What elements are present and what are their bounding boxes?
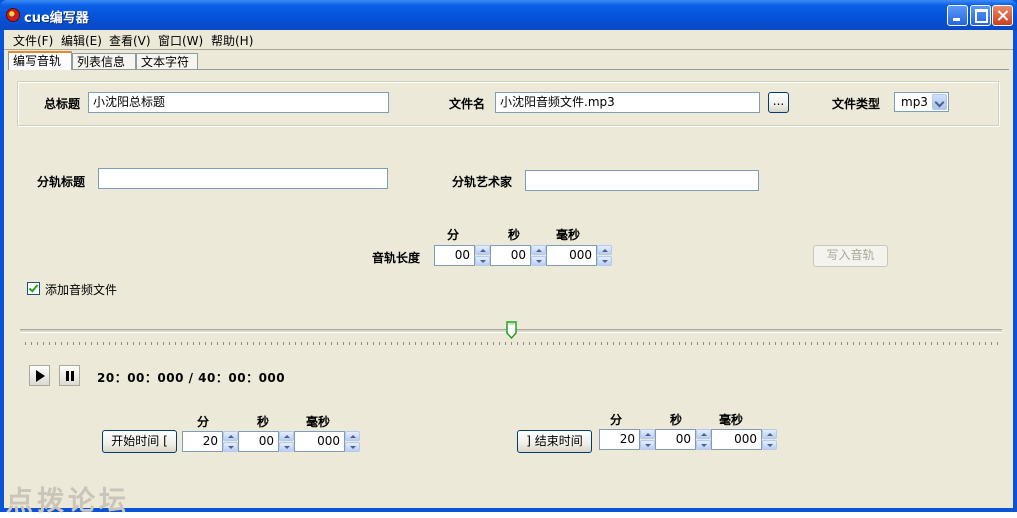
tab-list-info[interactable]: 列表信息 [72,53,136,69]
start-sec-input[interactable]: 00 [238,431,279,452]
position-slider-thumb[interactable] [505,321,517,339]
start-min-input[interactable]: 20 [182,431,223,452]
timecode-display: 20：00：000 / 40：00：000 [97,371,286,385]
menu-divider [4,49,1013,50]
end-ms-input[interactable]: 000 [711,429,762,450]
spin-up-icon[interactable] [762,429,777,439]
menu-file[interactable]: 文件(F) [13,32,53,49]
maximize-button[interactable] [970,5,991,26]
end-time-button[interactable]: ] 结束时间 [517,430,592,453]
app-window: cue编写器 文件(F) 编辑(E) 查看(V) 窗口(W) 帮助(H) 编写音… [0,0,1017,517]
slider-ticks [25,342,1001,345]
length-sec-unit: 秒 [508,228,521,242]
length-min-unit: 分 [447,228,460,242]
spin-up-icon[interactable] [279,431,294,441]
tab-text-chars[interactable]: 文本字符 [136,53,198,69]
track-title-input[interactable] [98,168,388,189]
menu-edit[interactable]: 编辑(E) [61,32,102,49]
menu-window[interactable]: 窗口(W) [158,32,203,49]
spin-up-icon[interactable] [696,429,711,439]
spin-down-icon[interactable] [640,440,655,450]
spin-down-icon[interactable] [223,442,238,452]
add-audio-label: 添加音频文件 [45,283,118,297]
end-ms-unit: 毫秒 [719,413,744,427]
file-type-label: 文件类型 [832,97,881,111]
spin-up-icon[interactable] [345,431,360,441]
album-title-input[interactable]: 小沈阳总标题 [88,92,389,113]
spin-down-icon[interactable] [475,256,490,266]
client-area: 文件(F) 编辑(E) 查看(V) 窗口(W) 帮助(H) 编写音轨 列表信息 … [4,30,1013,517]
spin-down-icon[interactable] [696,440,711,450]
spin-up-icon[interactable] [223,431,238,441]
write-track-button[interactable]: 写入音轨 [813,245,888,267]
track-artist-label: 分轨艺术家 [452,175,513,189]
play-button[interactable] [29,365,50,386]
browse-button[interactable]: ... [768,92,789,113]
file-name-label: 文件名 [449,97,486,111]
start-ms-unit: 毫秒 [306,415,331,429]
add-audio-checkbox[interactable] [27,282,40,295]
start-ms-input[interactable]: 000 [294,431,345,452]
track-title-label: 分轨标题 [37,175,86,189]
start-time-button[interactable]: 开始时间 [ [102,430,177,453]
close-button[interactable] [992,5,1013,26]
tab-write-track[interactable]: 编写音轨 [8,51,72,70]
end-sec-unit: 秒 [670,413,683,427]
end-min-unit: 分 [610,413,623,427]
length-min-input[interactable]: 00 [434,245,475,266]
pause-button[interactable] [59,365,80,386]
start-min-unit: 分 [197,415,210,429]
app-icon [6,8,20,22]
chevron-down-icon[interactable] [932,94,947,110]
file-type-value: mp3 [901,95,928,109]
menu-view[interactable]: 查看(V) [109,32,151,49]
forum-watermark: 点拨论坛 [6,486,130,517]
album-title-label: 总标题 [44,97,81,111]
end-min-input[interactable]: 20 [599,429,640,450]
track-artist-input[interactable] [525,170,759,191]
file-type-select[interactable]: mp3 [894,92,949,112]
spin-down-icon[interactable] [279,442,294,452]
end-sec-input[interactable]: 00 [655,429,696,450]
spin-up-icon[interactable] [475,245,490,255]
file-name-input[interactable]: 小沈阳音频文件.mp3 [495,92,760,113]
title-bar[interactable]: cue编写器 [0,0,1017,30]
minimize-button[interactable] [947,5,968,26]
start-sec-unit: 秒 [257,415,270,429]
length-sec-input[interactable]: 00 [490,245,531,266]
spin-down-icon[interactable] [531,256,546,266]
menu-help[interactable]: 帮助(H) [211,32,253,49]
tab-panel-border [8,69,1009,70]
length-ms-input[interactable]: 000 [546,245,597,266]
menu-bar: 文件(F) 编辑(E) 查看(V) 窗口(W) 帮助(H) [4,30,1013,48]
window-title: cue编写器 [24,11,89,26]
length-ms-unit: 毫秒 [556,228,581,242]
spin-up-icon[interactable] [597,245,612,255]
track-length-label: 音轨长度 [372,251,421,265]
spin-down-icon[interactable] [597,256,612,266]
spin-down-icon[interactable] [345,442,360,452]
spin-down-icon[interactable] [762,440,777,450]
spin-up-icon[interactable] [531,245,546,255]
spin-up-icon[interactable] [640,429,655,439]
